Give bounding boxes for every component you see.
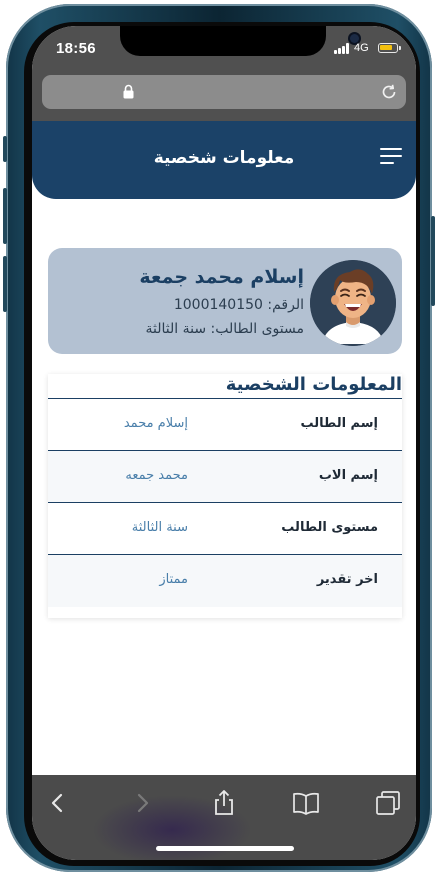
phone-screen: 18:56 4G معلومات شخصية إسلام محمد جمعة ا… xyxy=(32,26,416,860)
info-label: مستوى الطالب xyxy=(281,520,378,535)
student-id: الرقم: 1000140150 xyxy=(173,297,304,313)
profile-card: إسلام محمد جمعة الرقم: 1000140150 مستوى … xyxy=(48,248,402,354)
student-level: مستوى الطالب: سنة الثالثة xyxy=(145,321,305,337)
info-row-student-level: مستوى الطالب سنة الثالثة xyxy=(48,503,402,555)
signal-icon xyxy=(334,43,350,54)
personal-info-card: المعلومات الشخصية إسم الطالب إسلام محمد … xyxy=(48,374,402,618)
info-value: إسلام محمد xyxy=(123,416,188,431)
page-title: معلومات شخصية xyxy=(153,148,295,168)
hamburger-menu-icon[interactable] xyxy=(380,148,402,166)
network-type: 4G xyxy=(354,42,369,54)
info-row-last-grade: اخر تقدير ممتاز xyxy=(48,555,402,607)
address-bar[interactable] xyxy=(42,75,406,109)
status-time: 18:56 xyxy=(56,40,96,57)
share-icon[interactable] xyxy=(210,789,238,817)
section-title: المعلومات الشخصية xyxy=(225,374,402,395)
info-label: إسم الاب xyxy=(318,468,378,483)
info-label: اخر تقدير xyxy=(316,572,378,587)
info-label: إسم الطالب xyxy=(300,416,379,431)
phone-frame: 18:56 4G معلومات شخصية إسلام محمد جمعة ا… xyxy=(3,4,435,872)
app-header: معلومات شخصية xyxy=(32,121,416,199)
info-value: ممتاز xyxy=(159,572,188,587)
browser-address-area xyxy=(32,74,416,121)
volume-up-button xyxy=(3,188,7,244)
tabs-icon[interactable] xyxy=(374,789,402,817)
info-value: محمد جمعه xyxy=(125,468,188,483)
volume-down-button xyxy=(3,256,7,312)
student-name: إسلام محمد جمعة xyxy=(139,266,304,288)
power-button xyxy=(431,216,435,306)
student-avatar-icon xyxy=(310,260,396,346)
reload-icon[interactable] xyxy=(380,83,398,101)
info-value: سنة الثالثة xyxy=(131,520,188,535)
back-chevron-icon[interactable] xyxy=(44,789,72,817)
status-bar: 18:56 4G xyxy=(32,26,416,74)
mute-switch xyxy=(3,136,7,162)
info-row-student-name: إسم الطالب إسلام محمد xyxy=(48,399,402,451)
bookmarks-icon[interactable] xyxy=(292,789,320,817)
info-row-father-name: إسم الاب محمد جمعه xyxy=(48,451,402,503)
notch xyxy=(120,26,359,56)
battery-icon xyxy=(378,43,401,53)
lock-icon xyxy=(123,84,134,99)
home-indicator[interactable] xyxy=(156,846,294,851)
forward-chevron-icon[interactable] xyxy=(128,789,156,817)
